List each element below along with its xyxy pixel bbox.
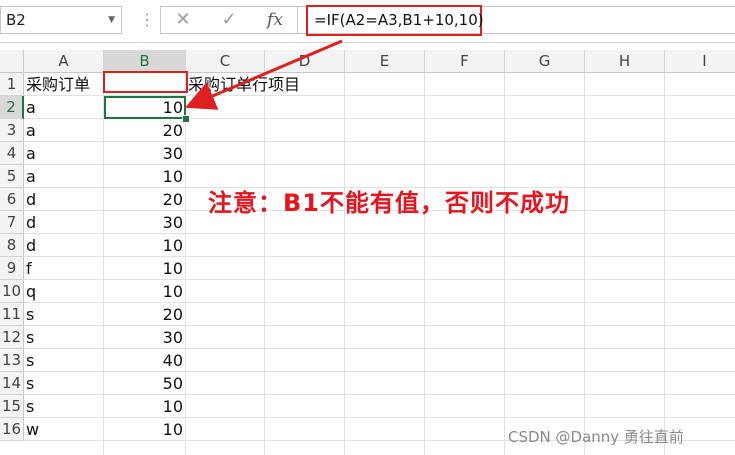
arrow-line (184, 39, 343, 110)
annotation-arrow (184, 39, 343, 110)
